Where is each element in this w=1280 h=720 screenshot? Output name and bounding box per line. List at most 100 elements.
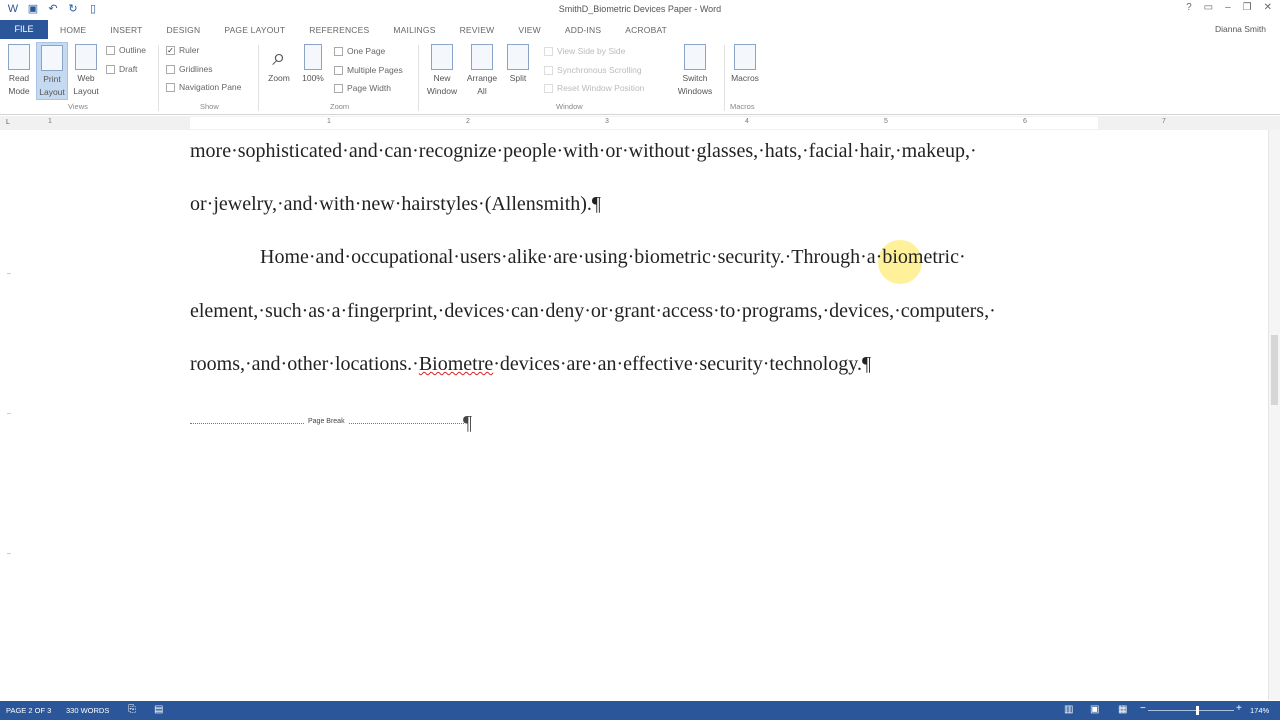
vertical-scrollbar[interactable] (1268, 130, 1280, 700)
document-line: element,·such·as·a·fingerprint,·devices·… (190, 300, 996, 322)
new-window-button[interactable]: New Window (422, 44, 462, 98)
tab-page-layout[interactable]: PAGE LAYOUT (212, 25, 297, 35)
document-line: rooms,·and·other·locations.·Biometre·dev… (190, 353, 872, 375)
switch-windows-icon (684, 44, 706, 70)
zoom-100-icon (304, 44, 322, 70)
views-group-label: Views (68, 102, 88, 111)
one-page-icon (334, 46, 343, 56)
word-count[interactable]: 330 WORDS (66, 706, 109, 715)
tab-home[interactable]: HOME (48, 25, 98, 35)
ruler-checkbox[interactable]: ✓ Ruler (166, 45, 199, 55)
help-icon[interactable]: ? (1186, 2, 1192, 13)
page-width-icon (334, 83, 343, 93)
split-icon (507, 44, 529, 70)
misspelled-word[interactable]: Biometre (419, 353, 493, 375)
read-mode-status-icon[interactable]: ▥ (1064, 704, 1073, 715)
document-body[interactable]: more·sophisticated·and·can·recognize·peo… (190, 130, 1120, 700)
tab-review[interactable]: REVIEW (448, 25, 507, 35)
draft-button[interactable]: Draft (106, 64, 137, 74)
tab-acrobat[interactable]: ACROBAT (613, 25, 679, 35)
horizontal-ruler[interactable]: L 1 1 2 3 4 5 6 7 (0, 116, 1280, 130)
gridlines-checkbox[interactable]: Gridlines (166, 64, 213, 74)
reset-window-position-button[interactable]: Reset Window Position (544, 83, 644, 93)
macros-group-label: Macros (730, 102, 755, 111)
split-button[interactable]: Split (504, 44, 532, 85)
divider (158, 45, 159, 111)
arrange-all-icon (471, 44, 493, 70)
multiple-pages-icon (334, 65, 343, 75)
zoom-out-icon[interactable]: − (1140, 703, 1146, 714)
arrange-all-button[interactable]: Arrange All (462, 44, 502, 98)
tab-file[interactable]: FILE (0, 20, 48, 39)
zoom-slider[interactable] (1148, 706, 1234, 715)
tab-mailings[interactable]: MAILINGS (381, 25, 447, 35)
print-layout-status-icon[interactable]: ▣ (1090, 704, 1099, 715)
side-by-side-icon (544, 46, 553, 56)
check-icon: ✓ (166, 45, 175, 55)
proofing-icon[interactable]: ⎘ (128, 704, 136, 715)
one-page-button[interactable]: One Page (334, 46, 385, 56)
ribbon-tabs: FILE HOME INSERT DESIGN PAGE LAYOUT REFE… (0, 20, 1280, 39)
ruler-number: 3 (605, 118, 609, 125)
document-line: or·jewelry,·and·with·new·hairstyles·(All… (190, 193, 601, 215)
tab-references[interactable]: REFERENCES (297, 25, 381, 35)
ruler-number: 1 (48, 118, 52, 125)
zoom-slider-knob[interactable] (1196, 706, 1199, 715)
macro-record-icon[interactable]: ▤ (154, 704, 163, 715)
tab-add-ins[interactable]: ADD-INS (553, 25, 613, 35)
word-window: { "window": {"title": "SmithD_Biometric … (0, 0, 1280, 720)
minimize-icon[interactable]: – (1225, 2, 1231, 13)
web-layout-status-icon[interactable]: ▦ (1118, 704, 1127, 715)
ruler-number: 7 (1162, 118, 1166, 125)
page-width-button[interactable]: Page Width (334, 83, 391, 93)
scrollbar-thumb[interactable] (1271, 335, 1278, 405)
sync-scroll-icon (544, 65, 553, 75)
ruler-tick: – (7, 270, 11, 277)
document-line: Home·and·occupational·users·alike·are·us… (260, 246, 966, 268)
close-icon[interactable]: ✕ (1264, 2, 1272, 13)
page-break-marker: Page Break ¶ (190, 412, 472, 434)
ruler-number: 1 (327, 118, 331, 125)
macros-button[interactable]: Macros (728, 44, 762, 85)
ruler-tick: – (7, 550, 11, 557)
title-bar: W ▣ ↶ ↻ ▯ SmithD_Biometric Devices Paper… (0, 0, 1280, 20)
window-controls: ? ▭ – ❐ ✕ (1186, 2, 1272, 13)
divider (418, 45, 419, 111)
magnifier-icon: ⌕ (272, 44, 286, 71)
draft-icon (106, 64, 115, 74)
ruler-number: 2 (466, 118, 470, 125)
restore-icon[interactable]: ❐ (1243, 2, 1252, 13)
ribbon: Read Mode Print Layout Web Layout Outlin… (0, 39, 1280, 115)
document-line: more·sophisticated·and·can·recognize·peo… (190, 140, 977, 162)
status-bar: PAGE 2 OF 3 330 WORDS ⎘ ▤ ▥ ▣ ▦ − + 174% (0, 701, 1280, 720)
view-side-by-side-button[interactable]: View Side by Side (544, 46, 625, 56)
zoom-in-icon[interactable]: + (1236, 703, 1242, 714)
reset-position-icon (544, 83, 553, 93)
divider (258, 45, 259, 111)
navigation-pane-checkbox[interactable]: Navigation Pane (166, 82, 241, 92)
tab-design[interactable]: DESIGN (155, 25, 213, 35)
tab-selector-icon[interactable]: L (6, 119, 10, 126)
ruler-number: 4 (745, 118, 749, 125)
web-layout-icon (75, 44, 97, 70)
web-layout-button[interactable]: Web Layout (70, 44, 102, 98)
switch-windows-button[interactable]: Switch Windows (670, 44, 720, 98)
page-indicator[interactable]: PAGE 2 OF 3 (6, 706, 51, 715)
ribbon-display-icon[interactable]: ▭ (1204, 2, 1213, 13)
divider (724, 45, 725, 111)
tab-insert[interactable]: INSERT (98, 25, 154, 35)
zoom-level[interactable]: 174% (1250, 706, 1269, 715)
ruler-number: 6 (1023, 118, 1027, 125)
tab-view[interactable]: VIEW (506, 25, 553, 35)
read-mode-icon (8, 44, 30, 70)
read-mode-button[interactable]: Read Mode (4, 44, 34, 98)
user-name[interactable]: Dianna Smith (1215, 24, 1266, 34)
zoom-100-button[interactable]: 100% (298, 44, 328, 85)
zoom-button[interactable]: ⌕ Zoom (262, 44, 296, 85)
window-title: SmithD_Biometric Devices Paper - Word (558, 4, 722, 14)
print-layout-button[interactable]: Print Layout (36, 42, 68, 100)
outline-button[interactable]: Outline (106, 45, 146, 55)
synchronous-scrolling-button[interactable]: Synchronous Scrolling (544, 65, 642, 75)
window-group-label: Window (556, 102, 583, 111)
multiple-pages-button[interactable]: Multiple Pages (334, 65, 403, 75)
